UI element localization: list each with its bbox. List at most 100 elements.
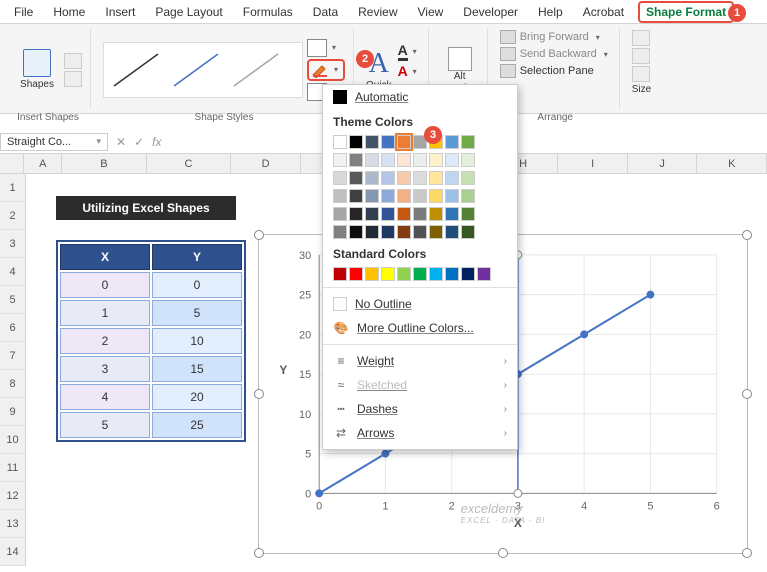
theme-tint-swatch[interactable]	[333, 225, 347, 239]
row-header[interactable]: 10	[0, 426, 26, 454]
style-gallery[interactable]	[103, 42, 303, 98]
line-shape-icon[interactable]	[64, 53, 82, 69]
align-button[interactable]	[632, 30, 650, 46]
table-cell[interactable]: 10	[152, 328, 242, 354]
fx-icon[interactable]: fx	[152, 135, 161, 149]
send-backward-button[interactable]: Send Backward▾	[500, 47, 611, 61]
selection-handle[interactable]	[742, 230, 752, 240]
more-outline-colors[interactable]: 🎨More Outline Colors...	[323, 316, 517, 340]
theme-tint-swatch[interactable]	[461, 153, 475, 167]
theme-color-swatch[interactable]	[333, 135, 347, 149]
theme-tint-swatch[interactable]	[397, 171, 411, 185]
tab-help[interactable]: Help	[528, 1, 573, 23]
row-header[interactable]: 9	[0, 398, 26, 426]
tab-insert[interactable]: Insert	[95, 1, 145, 23]
theme-tint-swatch[interactable]	[349, 207, 363, 221]
row-header[interactable]: 11	[0, 454, 26, 482]
theme-tint-swatch[interactable]	[365, 153, 379, 167]
row-header[interactable]: 13	[0, 510, 26, 538]
theme-tint-swatch[interactable]	[397, 189, 411, 203]
theme-tint-swatch[interactable]	[445, 171, 459, 185]
row-header[interactable]: 14	[0, 538, 26, 566]
theme-tint-swatch[interactable]	[381, 171, 395, 185]
group-button[interactable]	[632, 48, 650, 64]
standard-color-swatch[interactable]	[477, 267, 491, 281]
textbox-icon[interactable]	[64, 71, 82, 87]
theme-tint-swatch[interactable]	[413, 207, 427, 221]
shape-fill-button[interactable]: ▾	[307, 39, 345, 57]
standard-color-swatch[interactable]	[413, 267, 427, 281]
table-cell[interactable]: 25	[152, 412, 242, 438]
standard-color-swatch[interactable]	[333, 267, 347, 281]
theme-tint-swatch[interactable]	[381, 207, 395, 221]
theme-tint-swatch[interactable]	[429, 189, 443, 203]
col-header[interactable]: I	[558, 154, 628, 173]
table-cell[interactable]: 2	[60, 328, 150, 354]
standard-color-swatch[interactable]	[445, 267, 459, 281]
theme-tint-swatch[interactable]	[445, 225, 459, 239]
theme-tint-swatch[interactable]	[445, 207, 459, 221]
dashes-submenu[interactable]: ┅Dashes›	[323, 397, 517, 421]
table-cell[interactable]: 0	[152, 272, 242, 298]
tab-view[interactable]: View	[408, 1, 454, 23]
arrows-submenu[interactable]: ⇄Arrows›	[323, 421, 517, 445]
theme-tint-swatch[interactable]	[413, 171, 427, 185]
selection-handle[interactable]	[254, 230, 264, 240]
tab-data[interactable]: Data	[303, 1, 348, 23]
no-outline[interactable]: No Outline	[323, 292, 517, 316]
col-header[interactable]: K	[697, 154, 767, 173]
row-header[interactable]: 6	[0, 314, 26, 342]
selection-handle[interactable]	[498, 548, 508, 558]
theme-tint-swatch[interactable]	[365, 225, 379, 239]
table-cell[interactable]: 20	[152, 384, 242, 410]
theme-tint-swatch[interactable]	[413, 153, 427, 167]
theme-tint-swatch[interactable]	[461, 171, 475, 185]
theme-tint-swatch[interactable]	[461, 189, 475, 203]
theme-tint-swatch[interactable]	[381, 225, 395, 239]
selection-handle[interactable]	[254, 389, 264, 399]
weight-submenu[interactable]: ≡Weight›	[323, 349, 517, 373]
standard-color-swatch[interactable]	[349, 267, 363, 281]
selection-pane-button[interactable]: Selection Pane	[500, 64, 611, 78]
automatic-color[interactable]: Automatic	[323, 85, 517, 109]
row-header[interactable]: 12	[0, 482, 26, 510]
standard-color-swatch[interactable]	[365, 267, 379, 281]
table-cell[interactable]: 1	[60, 300, 150, 326]
col-header[interactable]: B	[62, 154, 147, 173]
row-header[interactable]: 5	[0, 286, 26, 314]
col-header[interactable]: A	[24, 154, 62, 173]
col-header[interactable]: J	[628, 154, 698, 173]
table-cell[interactable]: 5	[152, 300, 242, 326]
theme-tint-swatch[interactable]	[397, 225, 411, 239]
cancel-icon[interactable]: ✕	[116, 135, 126, 149]
text-outline-button[interactable]: A▾	[398, 63, 420, 79]
theme-tint-swatch[interactable]	[445, 153, 459, 167]
tab-shape-format[interactable]: Shape Format	[638, 1, 734, 23]
row-header[interactable]: 8	[0, 370, 26, 398]
theme-tint-swatch[interactable]	[413, 225, 427, 239]
theme-tint-swatch[interactable]	[381, 153, 395, 167]
theme-tint-swatch[interactable]	[397, 153, 411, 167]
theme-tint-swatch[interactable]	[333, 153, 347, 167]
tab-home[interactable]: Home	[43, 1, 95, 23]
theme-tint-swatch[interactable]	[445, 189, 459, 203]
standard-color-swatch[interactable]	[429, 267, 443, 281]
table-cell[interactable]: 15	[152, 356, 242, 382]
theme-tint-swatch[interactable]	[349, 171, 363, 185]
tab-developer[interactable]: Developer	[453, 1, 528, 23]
row-header[interactable]: 3	[0, 230, 26, 258]
table-cell[interactable]: 0	[60, 272, 150, 298]
selection-handle[interactable]	[742, 389, 752, 399]
theme-tint-swatch[interactable]	[429, 207, 443, 221]
standard-color-swatch[interactable]	[397, 267, 411, 281]
text-fill-button[interactable]: A▾	[398, 42, 420, 61]
table-cell[interactable]: 3	[60, 356, 150, 382]
theme-tint-swatch[interactable]	[381, 189, 395, 203]
table-cell[interactable]: 5	[60, 412, 150, 438]
standard-color-swatch[interactable]	[461, 267, 475, 281]
theme-tint-swatch[interactable]	[429, 153, 443, 167]
tab-file[interactable]: File	[4, 1, 43, 23]
row-header[interactable]: 7	[0, 342, 26, 370]
col-header[interactable]: D	[231, 154, 301, 173]
table-cell[interactable]: 4	[60, 384, 150, 410]
